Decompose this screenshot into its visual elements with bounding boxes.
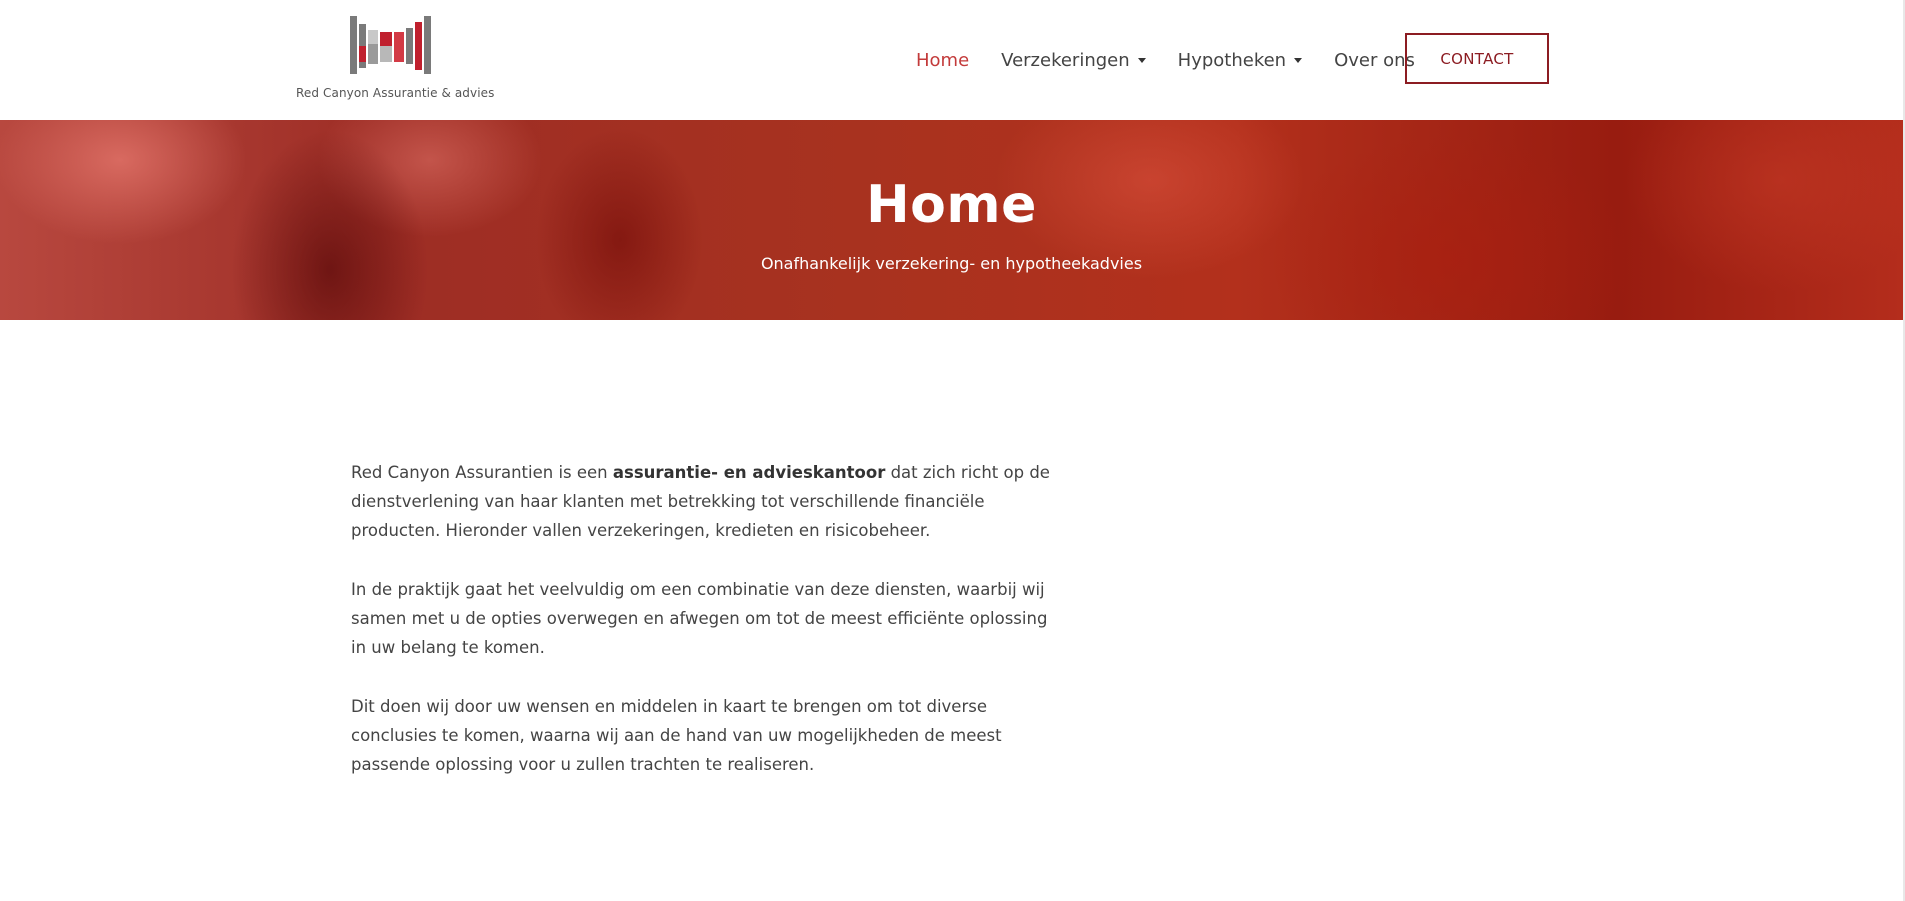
nav-item-verzekeringen[interactable]: Verzekeringen — [1001, 50, 1146, 71]
hero-banner: Home Onafhankelijk verzekering- en hypot… — [0, 120, 1903, 320]
page-title: Home — [866, 175, 1037, 235]
logo[interactable]: Red Canyon Assurantie & advies — [296, 16, 495, 106]
logo-mark-icon — [350, 16, 431, 74]
caret-down-icon — [1137, 57, 1146, 63]
nav-item-label: Over ons — [1334, 49, 1415, 71]
nav-item-hypotheken[interactable]: Hypotheken — [1177, 49, 1303, 71]
intro-paragraph-1: Red Canyon Assurantien is een assurantie… — [351, 458, 1051, 545]
paragraph-text: Red Canyon Assurantien is een — [351, 463, 613, 482]
nav-item-home[interactable]: Home — [916, 50, 969, 71]
nav-item-label: Verzekeringen — [1001, 49, 1130, 71]
contact-button[interactable]: CONTACT — [1405, 33, 1549, 84]
nav-item-label: Home — [916, 49, 970, 71]
intro-paragraph-2: In de praktijk gaat het veelvuldig om ee… — [351, 580, 1048, 657]
nav-item-label: Hypotheken — [1177, 49, 1287, 71]
intro-content: Red Canyon Assurantien is een assurantie… — [351, 458, 1051, 809]
intro-paragraph-3: Dit doen wij door uw wensen en middelen … — [351, 697, 1002, 774]
main-nav: Home Verzekeringen Hypotheken Over ons — [916, 33, 1447, 87]
logo-text: Red Canyon Assurantie & advies — [296, 86, 495, 100]
page-subtitle: Onafhankelijk verzekering- en hypotheeka… — [760, 254, 1143, 273]
caret-down-icon — [1294, 57, 1303, 63]
site-header: Red Canyon Assurantie & advies Home Verz… — [0, 0, 1905, 120]
paragraph-emphasis: assurantie- en advieskantoor — [612, 463, 886, 482]
nav-item-over-ons[interactable]: Over ons — [1334, 50, 1415, 71]
